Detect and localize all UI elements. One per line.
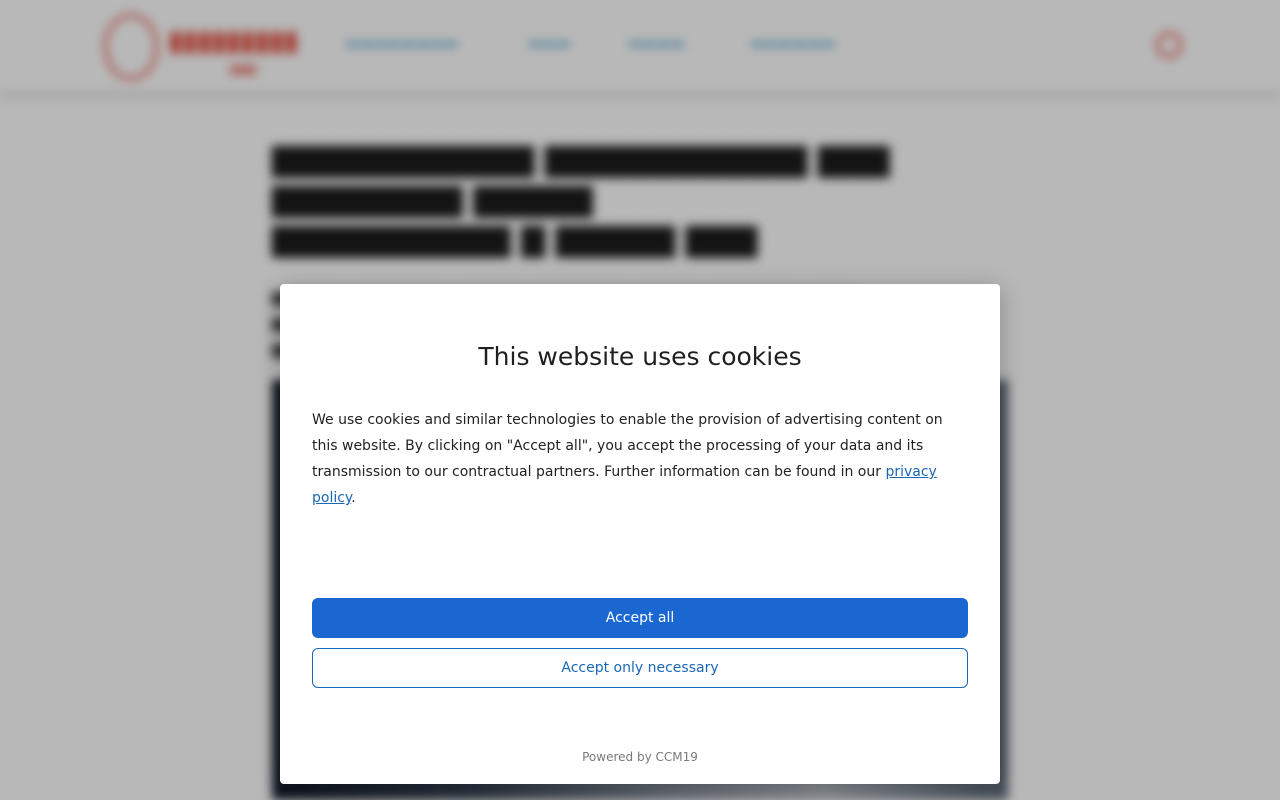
consent-title: This website uses cookies [478, 342, 802, 371]
accept-necessary-button[interactable]: Accept only necessary [312, 648, 968, 688]
consent-description: We use cookies and similar technologies … [312, 407, 972, 511]
consent-text: We use cookies and similar technologies … [312, 412, 943, 480]
powered-by-label: Powered by CCM19 [582, 750, 698, 764]
consent-text-end: . [351, 490, 356, 506]
cookie-consent-dialog: This website uses cookies We use cookies… [280, 284, 1000, 784]
accept-all-button[interactable]: Accept all [312, 598, 968, 638]
